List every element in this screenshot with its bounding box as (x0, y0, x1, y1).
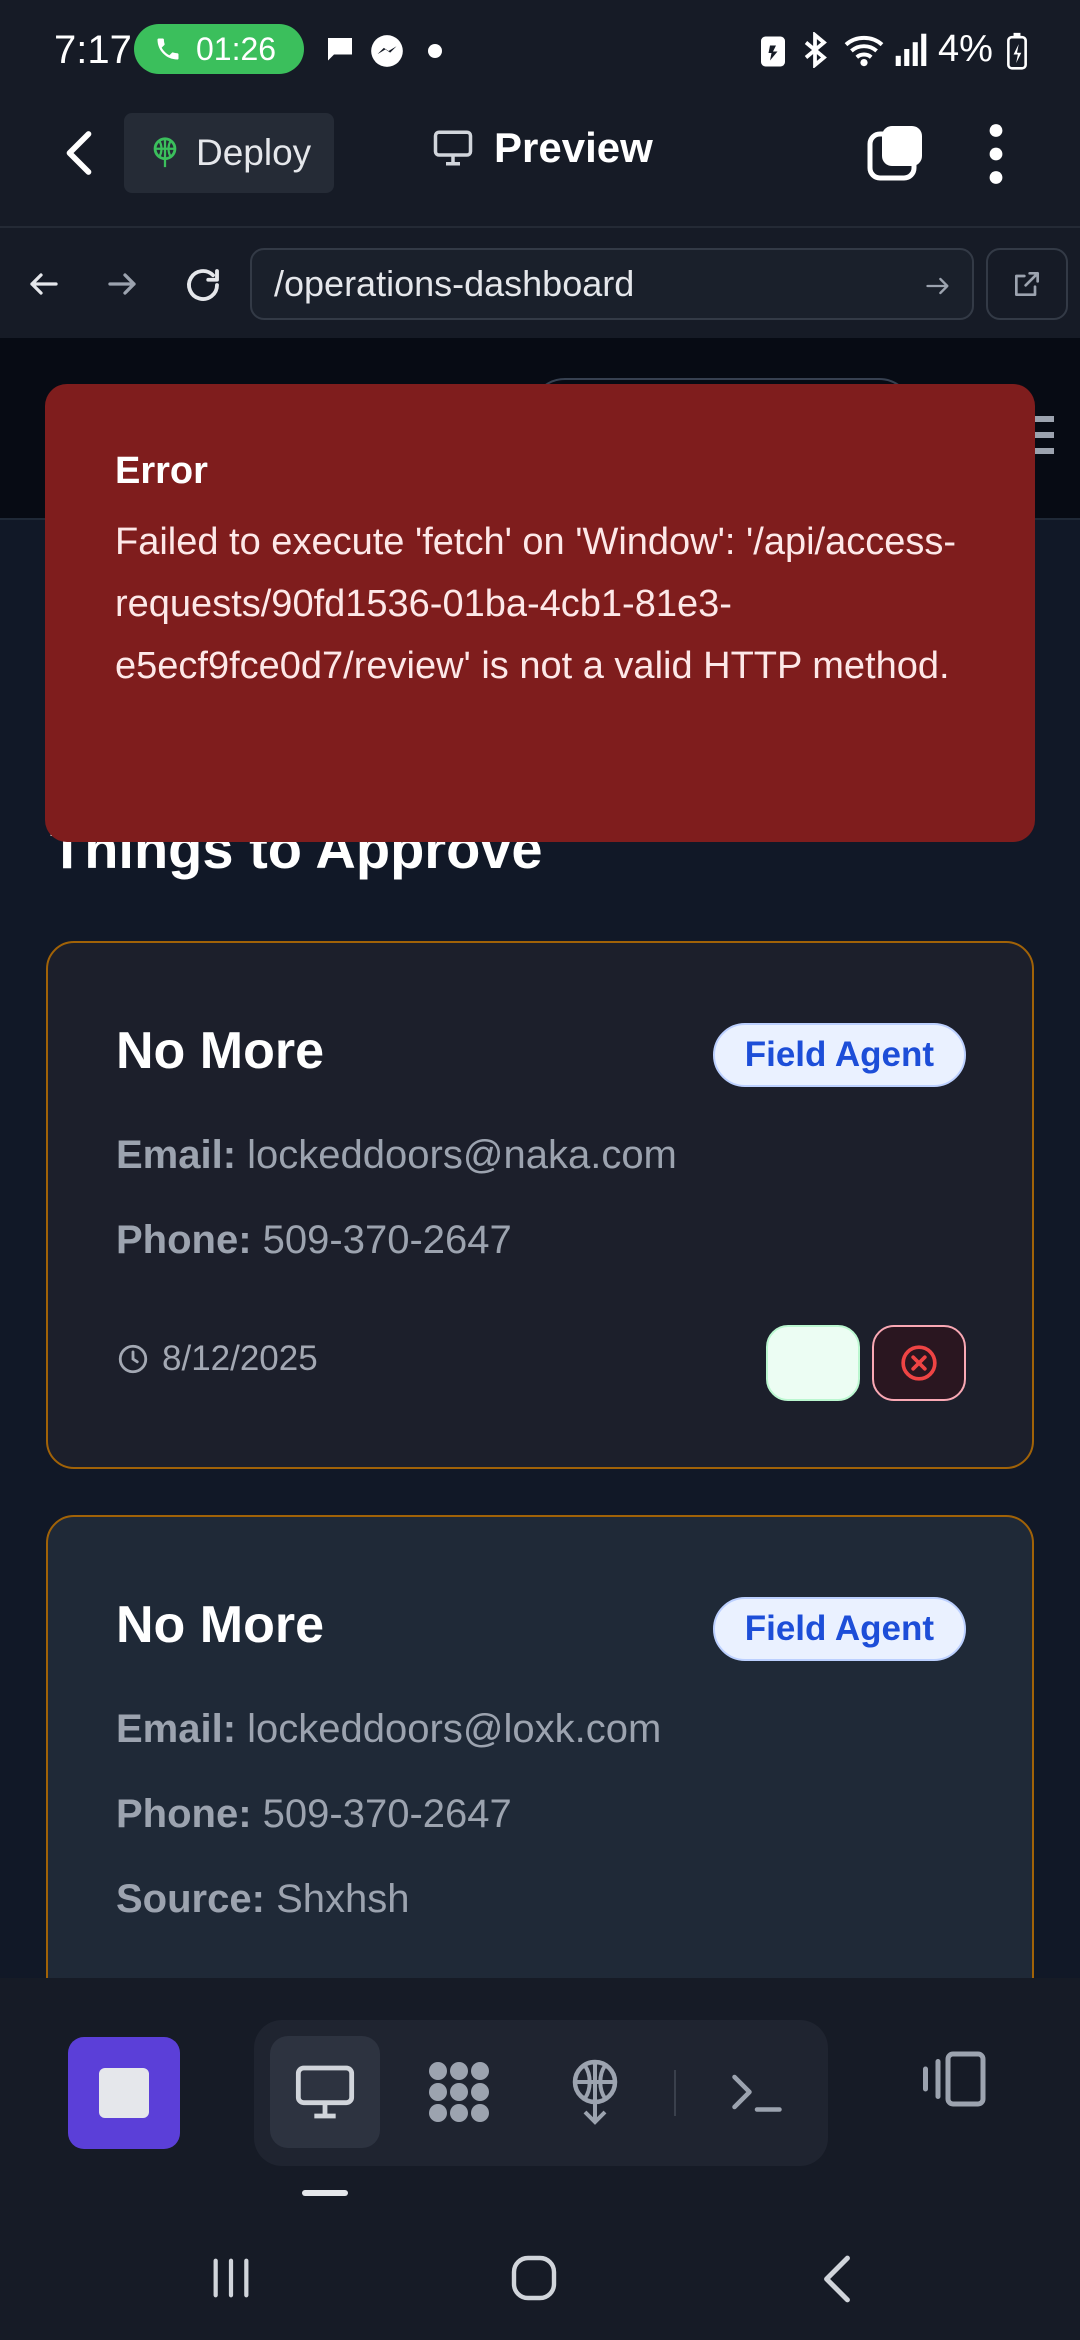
error-title: Error (115, 450, 208, 492)
request-date: 8/12/2025 (116, 1339, 318, 1379)
terminal-view-button[interactable] (702, 2036, 812, 2148)
tab-indicator (302, 2190, 348, 2196)
graph-view-button[interactable] (404, 2036, 514, 2148)
email-field: Email: lockeddoors@loxk.com (116, 1707, 661, 1752)
phone-field: Phone: 509-370-2647 (116, 1792, 512, 1837)
error-message: Failed to execute 'fetch' on 'Window': '… (115, 521, 957, 687)
requester-name: No More (116, 1022, 324, 1080)
url-input[interactable]: /operations-dashboard (250, 248, 974, 320)
approval-card: No More Field Agent Email: lockeddoors@l… (46, 1515, 1034, 1978)
deploy-label: Deploy (196, 132, 312, 173)
view-switcher (254, 2020, 828, 2166)
clock-icon (118, 1344, 148, 1374)
wifi-icon (844, 35, 884, 67)
role-badge: Field Agent (712, 1597, 966, 1661)
call-icon (157, 38, 179, 60)
system-back-icon[interactable] (820, 2254, 854, 2304)
url-text: /operations-dashboard (274, 263, 635, 304)
status-bar: 7:17 01:26 4% (0, 0, 1080, 102)
deploy-button[interactable]: Deploy (124, 113, 334, 193)
phone-value: 509-370-2647 (262, 1218, 512, 1262)
reload-icon[interactable] (182, 264, 224, 306)
home-icon[interactable] (510, 2254, 558, 2302)
email-label: Email: (116, 1133, 237, 1177)
role-badge: Field Agent (712, 1023, 966, 1087)
toolbar-divider (674, 2070, 676, 2116)
dot-icon (428, 44, 442, 58)
layout-toggle-icon[interactable] (918, 2048, 988, 2110)
requester-name: No More (116, 1596, 324, 1654)
recent-apps-icon[interactable] (208, 2256, 254, 2300)
open-external-button[interactable] (986, 248, 1068, 320)
browser-url-row: /operations-dashboard (0, 226, 1080, 338)
battery-charging-icon (1007, 32, 1027, 70)
back-arrow-icon[interactable] (60, 128, 98, 178)
monitor-icon (295, 2065, 355, 2119)
ongoing-call-pill[interactable]: 01:26 (134, 24, 304, 74)
chat-bubble-icon (328, 38, 352, 61)
browser-forward-icon[interactable] (104, 266, 140, 302)
browser-back-icon[interactable] (26, 266, 62, 302)
phone-label: Phone: (116, 1792, 252, 1836)
monitor-icon (433, 130, 473, 166)
stop-icon (99, 2068, 149, 2118)
phone-value: 509-370-2647 (262, 1792, 512, 1836)
tabs-switcher-icon[interactable] (866, 122, 926, 182)
email-field: Email: lockeddoors@naka.com (116, 1133, 677, 1178)
bottom-toolbar (0, 1978, 1080, 2206)
preview-label: Preview (494, 124, 653, 171)
email-label: Email: (116, 1707, 237, 1751)
source-value: Shxhsh (276, 1877, 410, 1921)
messenger-icon (371, 35, 403, 67)
system-nav-bar (0, 2206, 1080, 2340)
nodes-grid-icon (429, 2062, 489, 2122)
source-field: Source: Shxhsh (116, 1877, 409, 1922)
phone-field: Phone: 509-370-2647 (116, 1218, 512, 1263)
status-time: 7:17 (54, 28, 132, 72)
email-value: lockeddoors@loxk.com (247, 1707, 662, 1751)
reject-button[interactable] (872, 1325, 966, 1401)
email-value: lockeddoors@naka.com (247, 1133, 677, 1177)
deploy-icon (153, 137, 177, 168)
source-label: Source: (116, 1877, 265, 1921)
more-options-icon[interactable] (984, 122, 1008, 186)
external-link-icon (1015, 272, 1039, 296)
preview-tab[interactable]: Preview (432, 124, 653, 172)
app-header: Deploy Preview (0, 102, 1080, 226)
stop-button[interactable] (68, 2037, 180, 2149)
error-toast: Error Failed to execute 'fetch' on 'Wind… (45, 384, 1035, 842)
date-value: 8/12/2025 (162, 1339, 318, 1378)
terminal-icon (732, 2074, 782, 2112)
phone-label: Phone: (116, 1218, 252, 1262)
reject-x-circle-icon (901, 1345, 937, 1381)
battery-percent: 4% (938, 28, 993, 70)
go-arrow-icon[interactable] (924, 274, 952, 298)
call-timer: 01:26 (196, 30, 277, 67)
preview-view-button[interactable] (270, 2036, 380, 2148)
deploy-view-button[interactable] (540, 2036, 650, 2148)
approval-card: No More Field Agent Email: lockeddoors@n… (46, 941, 1034, 1469)
deploy-icon (572, 2059, 618, 2125)
approve-button[interactable] (766, 1325, 860, 1401)
bluetooth-icon (804, 32, 827, 68)
battery-saver-icon (761, 36, 785, 67)
signal-icon (895, 33, 927, 66)
